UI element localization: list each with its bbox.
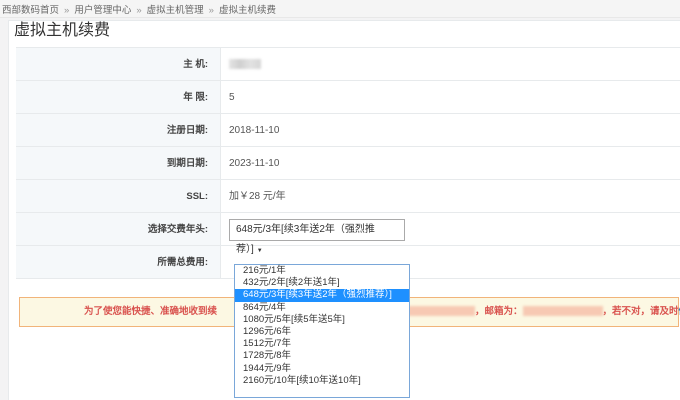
dropdown-option[interactable]: 1080元/5年[续5年送5年]: [235, 314, 409, 326]
expire-date-value: 2023-11-10: [229, 158, 280, 169]
row-ssl: SSL: 加￥28 元/年: [16, 180, 680, 213]
dropdown-option[interactable]: 2160元/10年[续10年送10年]: [235, 375, 409, 387]
row-years: 年 限: 5: [16, 81, 680, 114]
row-period: 选择交费年头: 648元/3年[续3年送2年（强烈推荐）] ▼: [16, 213, 680, 255]
dropdown-option[interactable]: 1944元/9年: [235, 363, 409, 375]
dropdown-option-selected[interactable]: 648元/3年[续3年送2年（强烈推荐）]: [235, 289, 409, 302]
total-value: [221, 246, 229, 278]
dropdown-option[interactable]: 1512元/7年: [235, 338, 409, 350]
dropdown-option[interactable]: 432元/2年[续2年送1年]: [235, 277, 409, 289]
row-host: 主 机:: [16, 48, 680, 81]
host-value: [221, 48, 261, 80]
host-name-redacted: [229, 59, 261, 69]
notice-text-3: ，若不对，请及时: [602, 306, 679, 317]
page-title: 虚拟主机续费: [14, 22, 111, 39]
expire-date-label: 到期日期:: [16, 147, 221, 179]
breadcrumb-separator: »: [136, 5, 142, 16]
dropdown-option[interactable]: 216元/1年: [235, 265, 409, 277]
notice-redacted-2: [522, 306, 603, 317]
ssl-price: 加￥28 元/年: [229, 191, 286, 202]
dropdown-option[interactable]: 864元/4年: [235, 302, 409, 314]
period-dropdown-list[interactable]: 216元/1年 432元/2年[续2年送1年] 648元/3年[续3年送2年（强…: [234, 264, 410, 398]
period-label: 选择交费年头:: [16, 213, 221, 245]
breadcrumb-current: 虚拟主机续费: [218, 5, 276, 16]
row-reg-date: 注册日期: 2018-11-10: [16, 114, 680, 147]
chevron-down-icon: ▼: [256, 248, 263, 254]
reg-date-value: 2018-11-10: [229, 125, 280, 136]
host-label: 主 机:: [16, 48, 221, 80]
breadcrumb-separator: »: [64, 5, 70, 16]
total-label: 所需总费用:: [16, 246, 221, 278]
notice-text-2: ，邮箱为：: [475, 306, 523, 317]
ssl-label: SSL:: [16, 180, 221, 212]
years-label: 年 限:: [16, 81, 221, 113]
breadcrumb-user-center-link[interactable]: 用户管理中心: [74, 5, 131, 16]
breadcrumb-home-link[interactable]: 西部数码首页: [2, 5, 59, 16]
notice-text-1: 为了使您能快捷、准确地收到续: [84, 306, 218, 317]
period-value: 648元/3年[续3年送2年（强烈推荐）] ▼: [221, 213, 405, 255]
years-value: 5: [229, 92, 235, 103]
breadcrumb-separator: »: [208, 5, 214, 16]
reg-date-label: 注册日期:: [16, 114, 221, 146]
period-select[interactable]: 648元/3年[续3年送2年（强烈推荐）] ▼: [229, 219, 405, 255]
dropdown-option[interactable]: 1728元/8年: [235, 350, 409, 362]
breadcrumb-vhost-manage-link[interactable]: 虚拟主机管理: [147, 5, 204, 16]
dropdown-option[interactable]: 1296元/6年: [235, 326, 409, 338]
renew-form: 主 机: 年 限: 5 注册日期: 2018-11-10 到期日期: 2023-…: [16, 47, 680, 279]
row-expire-date: 到期日期: 2023-11-10: [16, 147, 680, 180]
